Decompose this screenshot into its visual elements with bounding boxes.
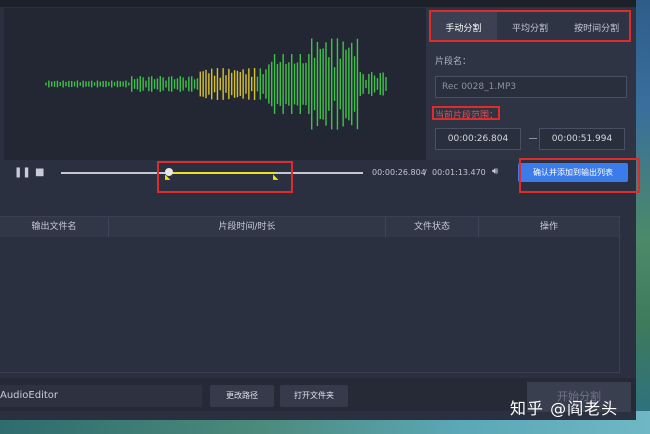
total-time: 00:01:13.470 [432,168,486,177]
open-folder-button[interactable]: 打开文件夹 [280,385,348,407]
window-top-strip [0,0,636,7]
waveform-panel[interactable] [4,8,426,160]
annotation-box-selection [157,161,293,193]
pause-icon[interactable]: ❚❚ [14,167,31,178]
annotation-box-confirm [519,158,640,193]
start-time-field[interactable]: 00:00:26.804 [435,128,521,150]
end-time-field[interactable]: 00:00:51.994 [539,128,625,150]
column-header-filename: 输出文件名 [31,222,77,232]
current-time: 00:00:26.804 [372,168,426,177]
volume-icon[interactable]: 🔊︎ [492,166,498,177]
column-header-segment-time: 片段时间/时长 [218,222,276,232]
audio-editor-window: 手动分割 平均分割 按时间分割 片段名： Rec 0028_1.MP3 当前片段… [0,0,636,420]
output-path-input[interactable]: AudioEditor [0,385,202,407]
output-list: 输出文件名 片段时间/时长 文件状态 操作 [0,216,620,373]
segment-name-label: 片段名： [435,57,472,67]
column-header-file-status: 文件状态 [413,222,450,232]
segment-name-input[interactable]: Rec 0028_1.MP3 [435,76,627,98]
column-header-actions: 操作 [539,222,558,232]
change-path-button[interactable]: 更改路径 [210,385,274,407]
stop-icon[interactable]: ■ [35,167,44,178]
annotation-box-tabs [429,10,631,42]
watermark: 知乎 @阎老头 [510,399,619,418]
time-separator: / [424,168,427,177]
annotation-box-range-label [432,106,500,120]
output-list-header: 输出文件名 片段时间/时长 文件状态 操作 [0,217,619,237]
waveform [45,38,387,130]
range-dash [529,138,537,139]
